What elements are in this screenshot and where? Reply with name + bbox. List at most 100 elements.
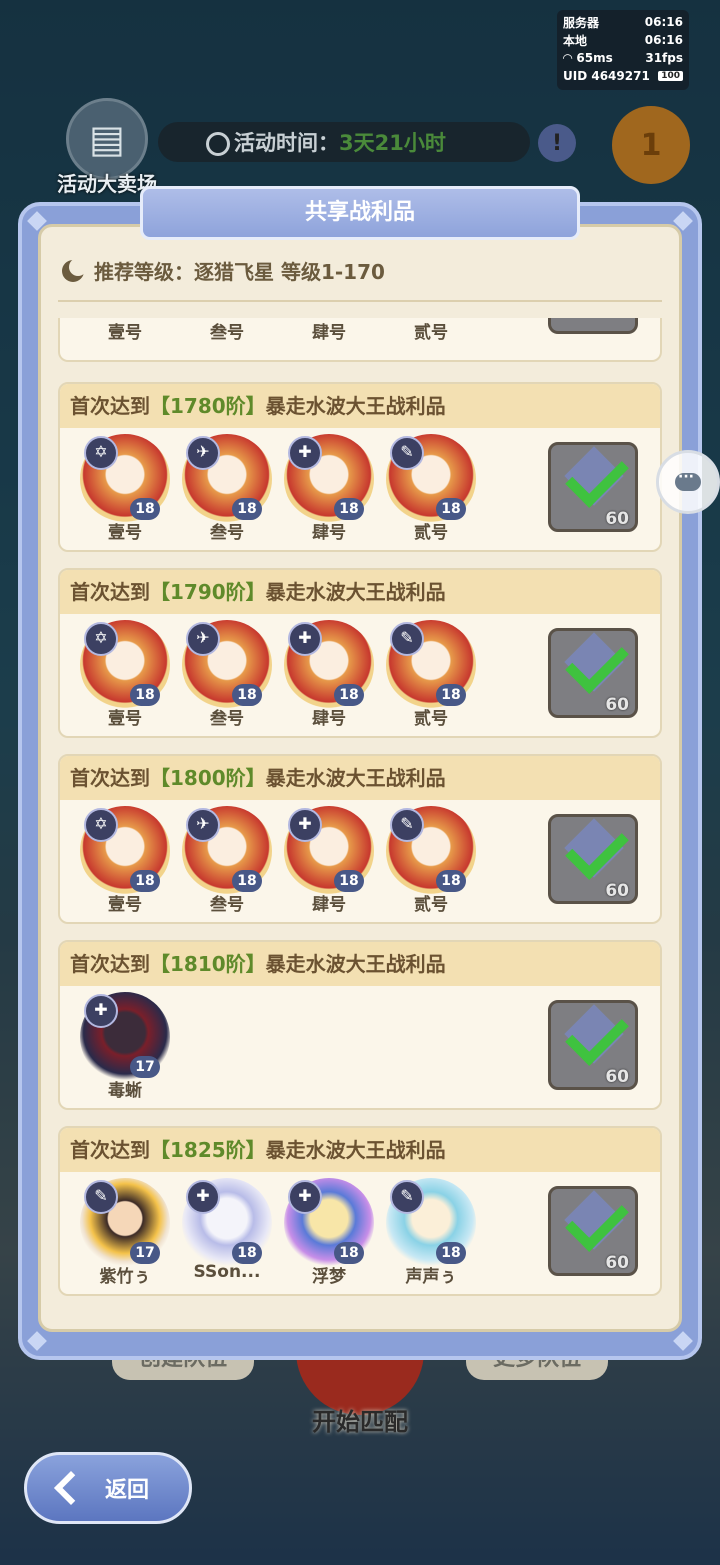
title-prefix: 首次达到 bbox=[70, 766, 150, 790]
character-portrait: ✚ 18 bbox=[284, 1178, 374, 1268]
loot-card: 首次达到【1810阶】暴走水波大王战利品 ✚ 17 毒蜥 60 bbox=[58, 940, 662, 1110]
level-badge: 18 bbox=[334, 1242, 364, 1264]
loot-card-title: 首次达到【1810阶】暴走水波大王战利品 bbox=[60, 942, 660, 986]
start-match-label: 开始匹配 bbox=[312, 1408, 408, 1436]
character-portrait: ✚ 18 bbox=[284, 620, 374, 710]
class-emblem-icon: ✡ bbox=[84, 436, 118, 470]
character-card[interactable]: ✚ 18 SSon... bbox=[176, 1178, 278, 1287]
level-badge: 18 bbox=[334, 498, 364, 520]
character-card[interactable]: ✎ 18 声声ぅ bbox=[380, 1178, 482, 1287]
character-card[interactable]: ✚ 18 肆号 bbox=[278, 806, 380, 915]
loot-card: 首次达到【1825阶】暴走水波大王战利品 ✎ 17 紫竹ぅ ✚ 18 SSon... ✚ 18 浮… bbox=[58, 1126, 662, 1296]
character-portrait: ✈ 18 bbox=[182, 806, 272, 896]
back-label: 返回 bbox=[105, 1478, 150, 1503]
loot-list[interactable]: 壹号 叁号 肆号 贰号 首次达到【1780阶】暴走水波大王战利品 ✡ 18 壹号 ✈ 18… bbox=[58, 318, 662, 1328]
character-card[interactable]: ✚ 18 肆号 bbox=[278, 434, 380, 543]
character-card[interactable]: ✎ 17 紫竹ぅ bbox=[74, 1178, 176, 1287]
character-portrait: ✚ 18 bbox=[182, 1178, 272, 1268]
character-card[interactable]: ✈ 18 叁号 bbox=[176, 620, 278, 729]
level-badge: 18 bbox=[130, 870, 160, 892]
character-list: ✡ 18 壹号 ✈ 18 叁号 ✚ 18 肆号 ✎ 18 贰号 bbox=[74, 806, 482, 915]
character-card[interactable]: ✡ 18 壹号 bbox=[74, 620, 176, 729]
character-card[interactable]: ✚ 18 肆号 bbox=[278, 620, 380, 729]
title-suffix: 暴走水波大王战利品 bbox=[265, 1138, 446, 1162]
reward-slot[interactable]: 60 bbox=[548, 814, 638, 904]
info-button[interactable]: ! bbox=[538, 124, 576, 162]
character-card[interactable]: ✎ 18 贰号 bbox=[380, 620, 482, 729]
character-portrait: ✎ 18 bbox=[386, 434, 476, 524]
reward-count: 60 bbox=[605, 1067, 629, 1087]
moon-icon bbox=[62, 257, 87, 282]
character-card[interactable]: ✡ 18 壹号 bbox=[74, 806, 176, 915]
shop-button[interactable]: ▤ 活动大卖场 bbox=[52, 98, 162, 197]
character-card[interactable]: ✎ 18 贰号 bbox=[380, 434, 482, 543]
character-card[interactable]: ✚ 17 毒蜥 bbox=[74, 992, 176, 1101]
title-prefix: 首次达到 bbox=[70, 394, 150, 418]
level-badge: 18 bbox=[436, 498, 466, 520]
reward-slot[interactable]: 60 bbox=[548, 628, 638, 718]
divider bbox=[58, 300, 662, 302]
class-emblem-icon: ✎ bbox=[390, 1180, 424, 1214]
character-card[interactable]: ✡ 18 壹号 bbox=[74, 434, 176, 543]
tier-label: 【1810阶】 bbox=[150, 952, 266, 976]
level-badge: 18 bbox=[232, 870, 262, 892]
reward-slot[interactable]: 60 bbox=[548, 1186, 638, 1276]
character-name: 肆号 bbox=[312, 323, 346, 343]
character-portrait: ✡ 18 bbox=[80, 620, 170, 710]
timer-label: 活动时间： bbox=[234, 131, 339, 155]
class-emblem-icon: ✚ bbox=[288, 808, 322, 842]
class-emblem-icon: ✡ bbox=[84, 808, 118, 842]
loot-card-title: 首次达到【1790阶】暴走水波大王战利品 bbox=[60, 570, 660, 614]
uid-value: UID 4649271 bbox=[563, 69, 650, 83]
class-emblem-icon: ✈ bbox=[186, 622, 220, 656]
character-portrait: ✈ 18 bbox=[182, 620, 272, 710]
class-emblem-icon: ✎ bbox=[390, 436, 424, 470]
title-suffix: 暴走水波大王战利品 bbox=[265, 952, 446, 976]
character-portrait: ✚ 17 bbox=[80, 992, 170, 1082]
reward-count: 60 bbox=[605, 881, 629, 901]
tier-label: 【1790阶】 bbox=[150, 580, 266, 604]
character-card[interactable]: ✚ 18 浮梦 bbox=[278, 1178, 380, 1287]
level-badge: 18 bbox=[232, 684, 262, 706]
title-suffix: 暴走水波大王战利品 bbox=[265, 394, 446, 418]
loot-card-partial: 壹号 叁号 肆号 贰号 bbox=[58, 318, 662, 362]
character-list: ✡ 18 壹号 ✈ 18 叁号 ✚ 18 肆号 ✎ 18 贰号 bbox=[74, 620, 482, 729]
level-badge: 18 bbox=[334, 684, 364, 706]
reward-slot[interactable]: 60 bbox=[548, 1000, 638, 1090]
level-badge: 17 bbox=[130, 1056, 160, 1078]
server-time: 06:16 bbox=[644, 15, 683, 29]
character-card[interactable]: ✈ 18 叁号 bbox=[176, 434, 278, 543]
character-card[interactable]: ✎ 18 贰号 bbox=[380, 806, 482, 915]
tier-label: 【1825阶】 bbox=[150, 1138, 266, 1162]
loot-card: 首次达到【1780阶】暴走水波大王战利品 ✡ 18 壹号 ✈ 18 叁号 ✚ 18 肆号 ✎ 18 贰号… bbox=[58, 382, 662, 552]
back-button[interactable]: 返回 bbox=[24, 1452, 192, 1524]
class-emblem-icon: ✈ bbox=[186, 436, 220, 470]
recommend-text: 推荐等级：逐猎飞星 等级1-170 bbox=[94, 260, 385, 284]
character-portrait: ✡ 18 bbox=[80, 806, 170, 896]
tier-label: 【1780阶】 bbox=[150, 394, 266, 418]
reward-slot[interactable]: 60 bbox=[548, 442, 638, 532]
class-emblem-icon: ✚ bbox=[84, 994, 118, 1028]
server-label: 服务器 bbox=[563, 15, 600, 30]
character-list: ✡ 18 壹号 ✈ 18 叁号 ✚ 18 肆号 ✎ 18 贰号 bbox=[74, 434, 482, 543]
character-list: ✎ 17 紫竹ぅ ✚ 18 SSon... ✚ 18 浮梦 ✎ 18 声声ぅ bbox=[74, 1178, 482, 1287]
chat-button[interactable] bbox=[656, 450, 720, 514]
partial-chars: 壹号 叁号 肆号 贰号 bbox=[74, 318, 482, 343]
rank-button[interactable]: 1 bbox=[612, 106, 690, 184]
title-suffix: 暴走水波大王战利品 bbox=[265, 766, 446, 790]
character-portrait: ✚ 18 bbox=[284, 434, 374, 524]
reward-count: 60 bbox=[605, 509, 629, 529]
class-emblem-icon: ✚ bbox=[288, 436, 322, 470]
level-badge: 18 bbox=[232, 1242, 262, 1264]
reward-count: 60 bbox=[605, 695, 629, 715]
class-emblem-icon: ✚ bbox=[288, 622, 322, 656]
character-card[interactable]: ✈ 18 叁号 bbox=[176, 806, 278, 915]
character-name: 壹号 bbox=[108, 323, 142, 343]
loot-card: 首次达到【1790阶】暴走水波大王战利品 ✡ 18 壹号 ✈ 18 叁号 ✚ 18 肆号 ✎ 18 贰号… bbox=[58, 568, 662, 738]
title-prefix: 首次达到 bbox=[70, 1138, 150, 1162]
recommend-row: 推荐等级：逐猎飞星 等级1-170 bbox=[62, 256, 385, 285]
tier-label: 【1800阶】 bbox=[150, 766, 266, 790]
checkmark-icon bbox=[565, 816, 629, 880]
class-emblem-icon: ✎ bbox=[390, 622, 424, 656]
class-emblem-icon: ✎ bbox=[390, 808, 424, 842]
